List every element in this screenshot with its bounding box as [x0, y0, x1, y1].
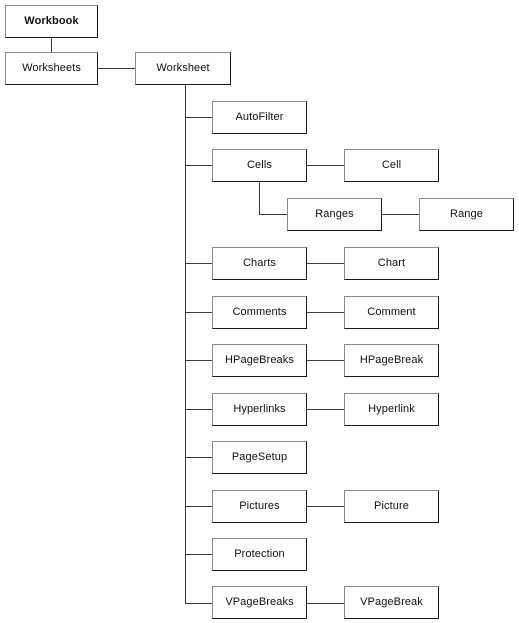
node-hyperlink: Hyperlink — [344, 393, 439, 426]
node-pictures: Pictures — [212, 490, 307, 523]
connector-workbook-worksheets — [51, 38, 52, 52]
connector-comments-comment — [307, 312, 344, 313]
connector-stub-protection — [185, 554, 212, 555]
connector-hpagebreaks-hpagebreak — [307, 360, 344, 361]
node-autofilter: AutoFilter — [212, 101, 307, 134]
node-cell: Cell — [344, 149, 439, 182]
connector-stub-comments — [185, 312, 212, 313]
node-comments: Comments — [212, 296, 307, 329]
node-comment: Comment — [344, 296, 439, 329]
connector-stub-vpagebreaks — [185, 603, 212, 604]
node-charts: Charts — [212, 247, 307, 280]
connector-trunk — [185, 85, 186, 604]
node-worksheet: Worksheet — [135, 52, 231, 85]
node-workbook: Workbook — [5, 5, 98, 38]
node-hpagebreaks: HPageBreaks — [212, 344, 307, 377]
node-protection: Protection — [212, 538, 307, 571]
connector-stub-pictures — [185, 506, 212, 507]
node-vpagebreaks: VPageBreaks — [212, 586, 307, 619]
node-pagesetup: PageSetup — [212, 441, 307, 474]
connector-cells-ranges-vertical — [259, 182, 260, 215]
connector-vpagebreaks-vpagebreak — [307, 603, 344, 604]
connector-stub-hyperlinks — [185, 409, 212, 410]
connector-ranges-range — [382, 214, 419, 215]
connector-worksheets-worksheet — [98, 68, 135, 69]
connector-stub-autofilter — [185, 117, 212, 118]
connector-stub-pagesetup — [185, 457, 212, 458]
connector-stub-hpagebreaks — [185, 360, 212, 361]
node-worksheets: Worksheets — [5, 52, 98, 85]
node-hpagebreak: HPageBreak — [344, 344, 439, 377]
node-ranges: Ranges — [287, 198, 382, 231]
connector-cells-ranges-horizontal — [259, 214, 287, 215]
connector-stub-cells — [185, 165, 212, 166]
node-range: Range — [419, 198, 514, 231]
connector-cells-cell — [307, 165, 344, 166]
node-cells: Cells — [212, 149, 307, 182]
node-chart: Chart — [344, 247, 439, 280]
object-model-diagram: Workbook Worksheets Worksheet AutoFilter… — [0, 0, 519, 623]
connector-charts-chart — [307, 263, 344, 264]
connector-pictures-picture — [307, 506, 344, 507]
node-picture: Picture — [344, 490, 439, 523]
node-vpagebreak: VPageBreak — [344, 586, 439, 619]
connector-stub-charts — [185, 263, 212, 264]
node-hyperlinks: Hyperlinks — [212, 393, 307, 426]
connector-hyperlinks-hyperlink — [307, 409, 344, 410]
